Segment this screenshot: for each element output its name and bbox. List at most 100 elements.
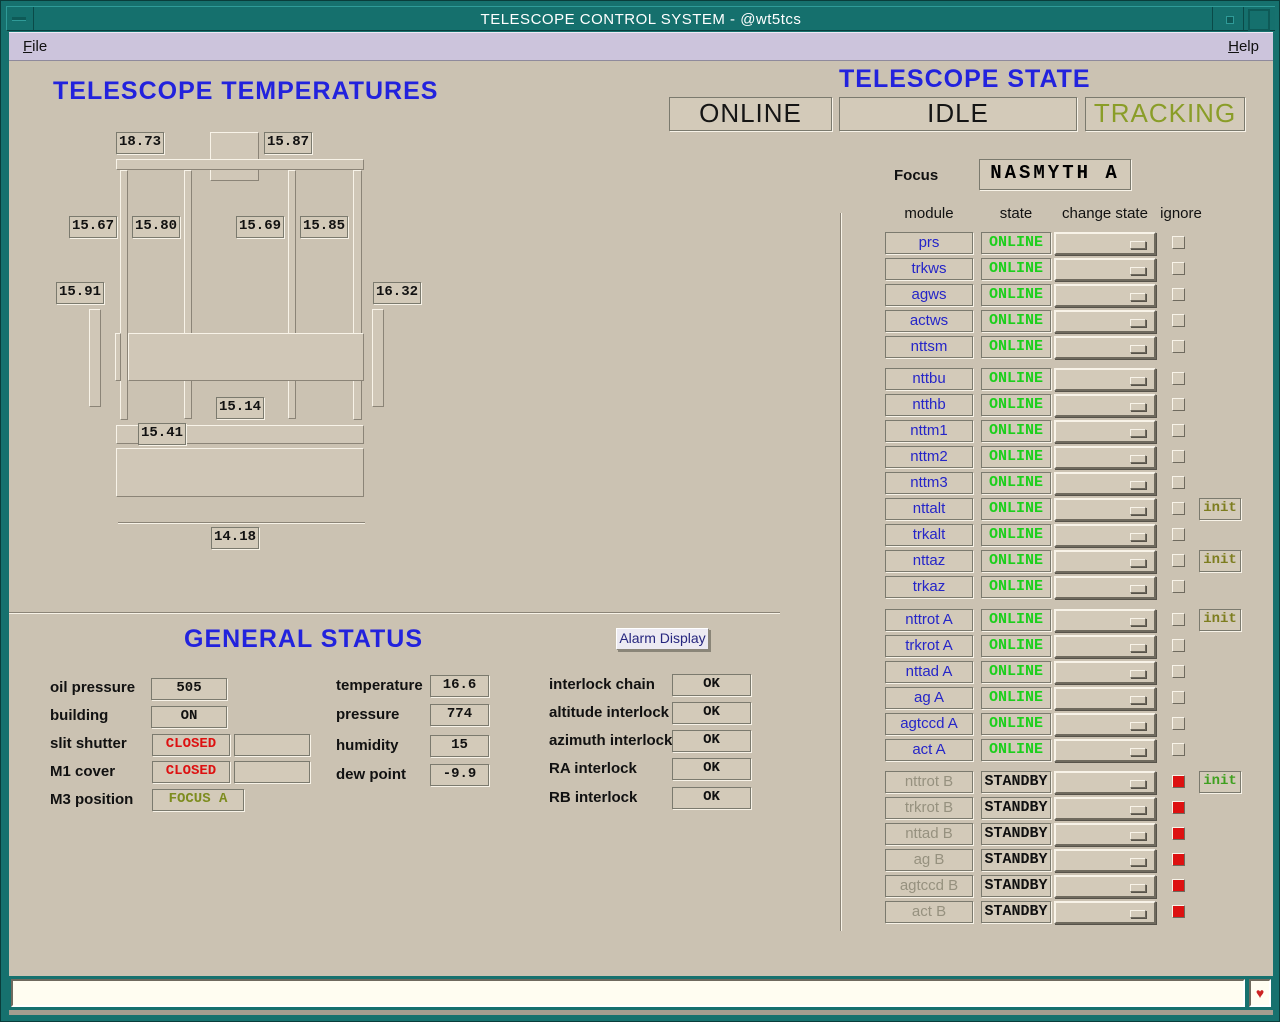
change-state-menu-nttaz[interactable] <box>1054 550 1156 573</box>
ignore-checkbox-trkrot A[interactable] <box>1172 639 1185 652</box>
ignore-checkbox-act A[interactable] <box>1172 743 1185 756</box>
module-button-nttaz[interactable]: nttaz <box>885 550 973 572</box>
module-button-act A[interactable]: act A <box>885 739 973 761</box>
change-state-menu-agtccd A[interactable] <box>1054 713 1156 736</box>
module-button-nttad A[interactable]: nttad A <box>885 661 973 683</box>
ignore-checkbox-nttad A[interactable] <box>1172 665 1185 678</box>
module-button-nttbu[interactable]: nttbu <box>885 368 973 390</box>
change-state-menu-nttalt[interactable] <box>1054 498 1156 521</box>
module-button-ntthb[interactable]: ntthb <box>885 394 973 416</box>
column-header-module: module <box>885 205 973 222</box>
ignore-checkbox-trkalt[interactable] <box>1172 528 1185 541</box>
module-button-nttrot B[interactable]: nttrot B <box>885 771 973 793</box>
ignore-checkbox-trkrot B[interactable] <box>1172 801 1185 814</box>
change-state-menu-nttad B[interactable] <box>1054 823 1156 846</box>
ignore-checkbox-nttaz[interactable] <box>1172 554 1185 567</box>
module-button-ag B[interactable]: ag B <box>885 849 973 871</box>
module-state-nttad B: STANDBY <box>981 823 1051 845</box>
change-state-menu-trkrot A[interactable] <box>1054 635 1156 658</box>
ignore-checkbox-ntthb[interactable] <box>1172 398 1185 411</box>
change-state-menu-trkalt[interactable] <box>1054 524 1156 547</box>
temp-value-box: 15.85 <box>300 216 348 238</box>
change-state-menu-agws[interactable] <box>1054 284 1156 307</box>
ignore-checkbox-trkaz[interactable] <box>1172 580 1185 593</box>
module-button-agtccd B[interactable]: agtccd B <box>885 875 973 897</box>
schematic-ground-line <box>118 522 365 524</box>
module-button-trkaz[interactable]: trkaz <box>885 576 973 598</box>
change-state-menu-nttm2[interactable] <box>1054 446 1156 469</box>
ignore-checkbox-act B[interactable] <box>1172 905 1185 918</box>
ignore-checkbox-nttad B[interactable] <box>1172 827 1185 840</box>
module-button-nttalt[interactable]: nttalt <box>885 498 973 520</box>
ignore-checkbox-actws[interactable] <box>1172 314 1185 327</box>
init-button-nttaz[interactable]: init <box>1199 550 1241 572</box>
module-button-trkws[interactable]: trkws <box>885 258 973 280</box>
change-state-menu-trkrot B[interactable] <box>1054 797 1156 820</box>
ignore-checkbox-ag B[interactable] <box>1172 853 1185 866</box>
ignore-checkbox-nttalt[interactable] <box>1172 502 1185 515</box>
change-state-menu-nttbu[interactable] <box>1054 368 1156 391</box>
module-button-trkalt[interactable]: trkalt <box>885 524 973 546</box>
change-state-menu-nttrot A[interactable] <box>1054 609 1156 632</box>
module-button-trkrot A[interactable]: trkrot A <box>885 635 973 657</box>
change-state-menu-trkws[interactable] <box>1054 258 1156 281</box>
module-button-actws[interactable]: actws <box>885 310 973 332</box>
vertical-divider-line <box>840 213 842 931</box>
module-button-prs[interactable]: prs <box>885 232 973 254</box>
ignore-checkbox-ag A[interactable] <box>1172 691 1185 704</box>
init-button-nttrot A[interactable]: init <box>1199 609 1241 631</box>
alarm-display-button[interactable]: Alarm Display <box>616 628 709 650</box>
ignore-checkbox-agtccd B[interactable] <box>1172 879 1185 892</box>
change-state-menu-actws[interactable] <box>1054 310 1156 333</box>
option-menu-dash-icon <box>1130 832 1146 840</box>
module-button-trkrot B[interactable]: trkrot B <box>885 797 973 819</box>
ignore-checkbox-nttrot B[interactable] <box>1172 775 1185 788</box>
module-state-nttrot A: ONLINE <box>981 609 1051 631</box>
init-button-nttrot B[interactable]: init <box>1199 771 1241 793</box>
bottom-bevel <box>9 1010 1273 1015</box>
init-button-nttalt[interactable]: init <box>1199 498 1241 520</box>
ignore-checkbox-nttm1[interactable] <box>1172 424 1185 437</box>
ignore-checkbox-nttbu[interactable] <box>1172 372 1185 385</box>
status-message-field[interactable] <box>11 979 1245 1007</box>
module-button-ag A[interactable]: ag A <box>885 687 973 709</box>
option-menu-dash-icon <box>1130 644 1146 652</box>
ignore-checkbox-agws[interactable] <box>1172 288 1185 301</box>
change-state-menu-nttm1[interactable] <box>1054 420 1156 443</box>
change-state-menu-act A[interactable] <box>1054 739 1156 762</box>
change-state-menu-ag B[interactable] <box>1054 849 1156 872</box>
change-state-menu-nttrot B[interactable] <box>1054 771 1156 794</box>
general-extra-box <box>234 761 310 783</box>
module-button-act B[interactable]: act B <box>885 901 973 923</box>
change-state-menu-nttad A[interactable] <box>1054 661 1156 684</box>
ignore-checkbox-agtccd A[interactable] <box>1172 717 1185 730</box>
module-state-trkaz: ONLINE <box>981 576 1051 598</box>
module-button-nttm1[interactable]: nttm1 <box>885 420 973 442</box>
schematic-left-strip <box>115 333 121 381</box>
option-menu-dash-icon <box>1130 806 1146 814</box>
module-button-nttrot A[interactable]: nttrot A <box>885 609 973 631</box>
module-button-agws[interactable]: agws <box>885 284 973 306</box>
change-state-menu-ntthb[interactable] <box>1054 394 1156 417</box>
change-state-menu-trkaz[interactable] <box>1054 576 1156 599</box>
change-state-menu-agtccd B[interactable] <box>1054 875 1156 898</box>
ignore-checkbox-nttsm[interactable] <box>1172 340 1185 353</box>
module-button-agtccd A[interactable]: agtccd A <box>885 713 973 735</box>
module-button-nttm2[interactable]: nttm2 <box>885 446 973 468</box>
change-state-menu-nttsm[interactable] <box>1054 336 1156 359</box>
ignore-checkbox-nttm2[interactable] <box>1172 450 1185 463</box>
ignore-checkbox-trkws[interactable] <box>1172 262 1185 275</box>
module-state-nttalt: ONLINE <box>981 498 1051 520</box>
module-button-nttad B[interactable]: nttad B <box>885 823 973 845</box>
change-state-menu-nttm3[interactable] <box>1054 472 1156 495</box>
general-label: M3 position <box>50 791 133 808</box>
change-state-menu-prs[interactable] <box>1054 232 1156 255</box>
change-state-menu-ag A[interactable] <box>1054 687 1156 710</box>
option-menu-dash-icon <box>1130 748 1146 756</box>
ignore-checkbox-nttrot A[interactable] <box>1172 613 1185 626</box>
module-button-nttm3[interactable]: nttm3 <box>885 472 973 494</box>
change-state-menu-act B[interactable] <box>1054 901 1156 924</box>
module-button-nttsm[interactable]: nttsm <box>885 336 973 358</box>
ignore-checkbox-prs[interactable] <box>1172 236 1185 249</box>
ignore-checkbox-nttm3[interactable] <box>1172 476 1185 489</box>
